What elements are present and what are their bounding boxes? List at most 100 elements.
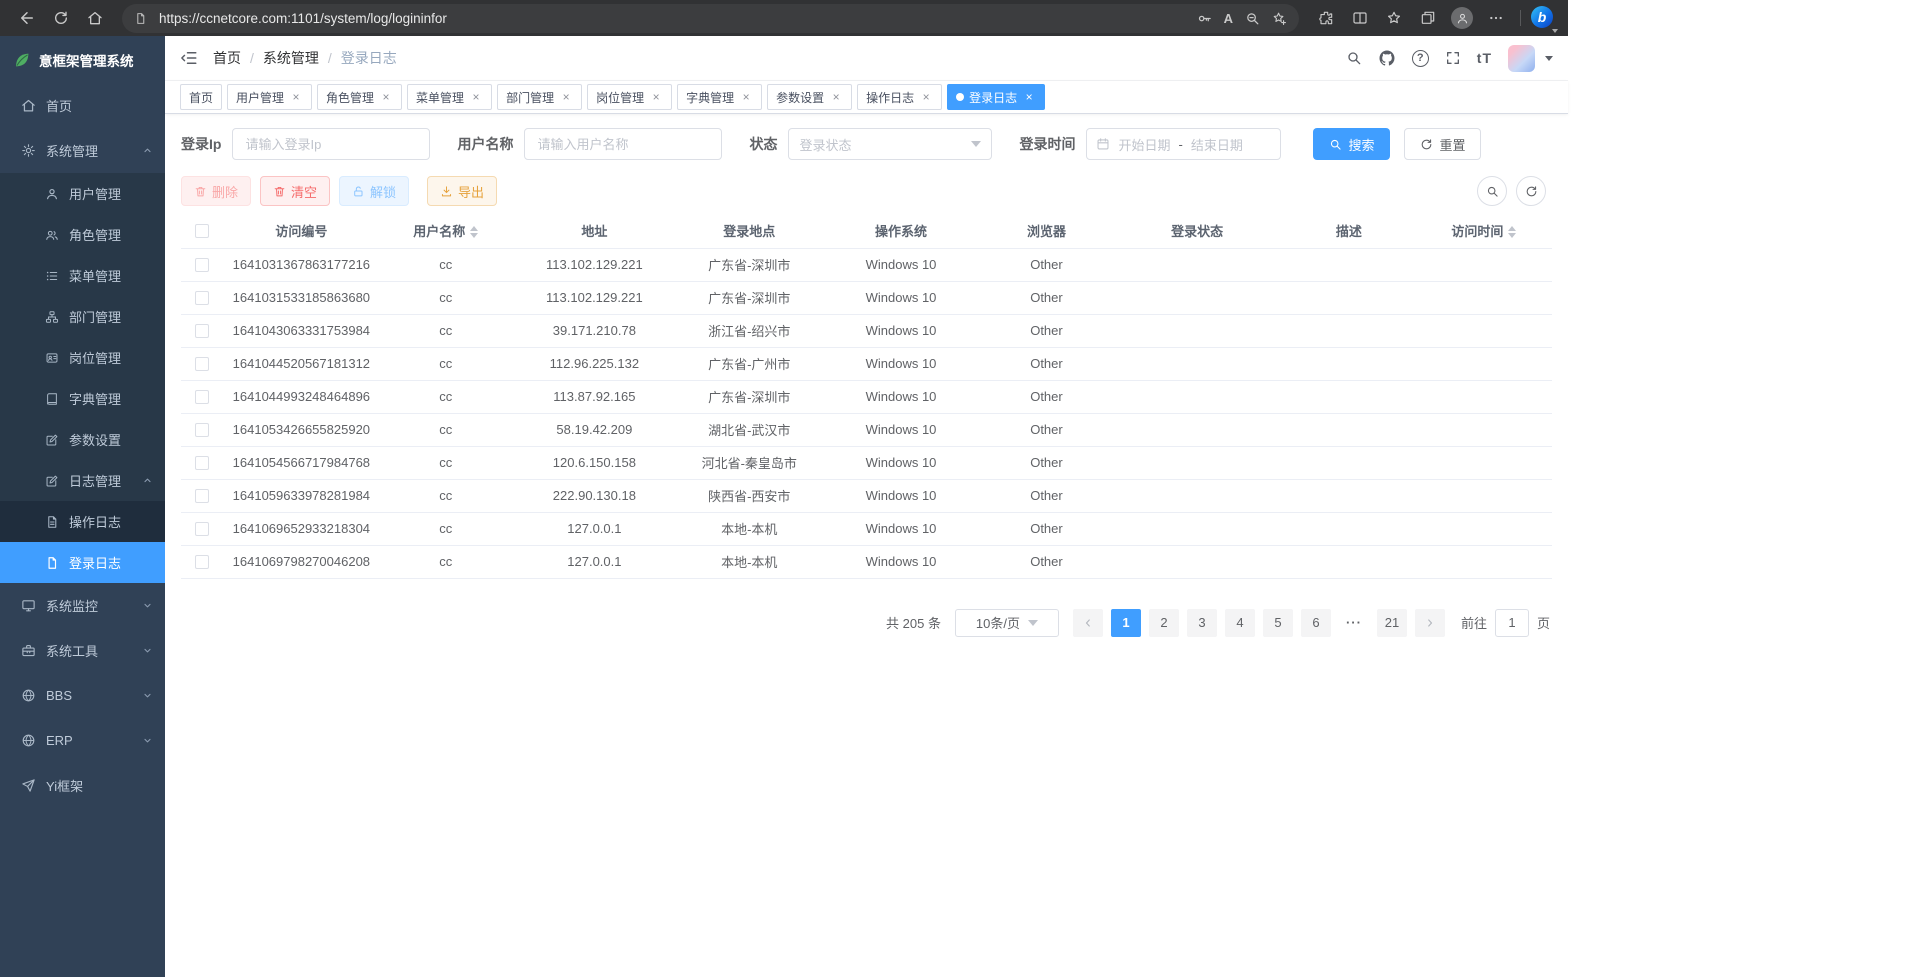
date-range-picker[interactable]: 开始日期 - 结束日期 (1086, 128, 1281, 160)
refresh-table-button[interactable] (1516, 176, 1546, 206)
sidebar-item-role-mgmt[interactable]: 角色管理 (0, 214, 165, 255)
tab-dept-mgmt[interactable]: 部门管理× (497, 84, 582, 110)
page-button[interactable]: 1 (1111, 609, 1141, 637)
browser-refresh-button[interactable] (44, 3, 78, 33)
row-checkbox[interactable] (195, 258, 209, 272)
more-pages-button[interactable]: ··· (1339, 615, 1369, 630)
table-row[interactable]: 1641054566717984768 cc 120.6.150.158 河北省… (181, 446, 1552, 479)
sidebar-item-sys-tools[interactable]: 系统工具 (0, 628, 165, 673)
collections-icon[interactable] (1411, 3, 1445, 33)
start-date-placeholder[interactable]: 开始日期 (1118, 135, 1170, 154)
search-button[interactable]: 搜索 (1313, 128, 1390, 160)
page-button[interactable]: 2 (1149, 609, 1179, 637)
favorites-icon[interactable] (1377, 3, 1411, 33)
page-size-select[interactable]: 10条/页 (955, 609, 1059, 637)
close-icon[interactable]: × (289, 90, 303, 104)
chevron-down-icon[interactable] (1545, 56, 1553, 61)
table-row[interactable]: 1641053426655825920 cc 58.19.42.209 湖北省-… (181, 413, 1552, 446)
sidebar-item-op-log[interactable]: 操作日志 (0, 501, 165, 542)
close-icon[interactable]: × (379, 90, 393, 104)
sidebar-item-log-mgmt[interactable]: 日志管理 (0, 460, 165, 501)
row-checkbox[interactable] (195, 324, 209, 338)
fullscreen-icon[interactable] (1445, 50, 1461, 66)
table-row[interactable]: 1641031533185863680 cc 113.102.129.221 广… (181, 281, 1552, 314)
unlock-button[interactable]: 解锁 (339, 176, 409, 206)
browser-menu-icon[interactable] (1479, 3, 1513, 33)
goto-page-input[interactable] (1495, 609, 1529, 637)
row-checkbox[interactable] (195, 390, 209, 404)
tab-login-log[interactable]: 登录日志× (947, 84, 1045, 110)
clear-button[interactable]: 清空 (260, 176, 330, 206)
tab-user-mgmt[interactable]: 用户管理× (227, 84, 312, 110)
page-button[interactable]: 4 (1225, 609, 1255, 637)
url-text[interactable]: https://ccnetcore.com:1101/system/log/lo… (159, 11, 1185, 26)
site-info-icon[interactable] (134, 12, 147, 25)
end-date-placeholder[interactable]: 结束日期 (1191, 135, 1243, 154)
table-row[interactable]: 1641044993248464896 cc 113.87.92.165 广东省… (181, 380, 1552, 413)
tab-post-mgmt[interactable]: 岗位管理× (587, 84, 672, 110)
close-icon[interactable]: × (829, 90, 843, 104)
page-button[interactable]: 6 (1301, 609, 1331, 637)
table-row[interactable]: 1641069652933218304 cc 127.0.0.1 本地-本机 W… (181, 512, 1552, 545)
address-bar[interactable]: https://ccnetcore.com:1101/system/log/lo… (122, 4, 1299, 33)
sidebar-item-erp[interactable]: ERP (0, 718, 165, 763)
tab-op-log[interactable]: 操作日志× (857, 84, 942, 110)
close-icon[interactable]: × (1022, 90, 1036, 104)
row-checkbox[interactable] (195, 456, 209, 470)
sidebar-item-bbs[interactable]: BBS (0, 673, 165, 718)
export-button[interactable]: 导出 (427, 176, 497, 206)
prev-page-button[interactable] (1073, 609, 1103, 637)
font-size-icon[interactable]: tT (1477, 50, 1492, 66)
split-screen-icon[interactable] (1343, 3, 1377, 33)
page-button[interactable]: 3 (1187, 609, 1217, 637)
sidebar-item-home[interactable]: 首页 (0, 83, 165, 128)
toggle-search-button[interactable] (1477, 176, 1507, 206)
delete-button[interactable]: 删除 (181, 176, 251, 206)
sidebar-collapse-icon[interactable] (180, 49, 198, 67)
github-icon[interactable] (1378, 49, 1396, 67)
row-checkbox[interactable] (195, 489, 209, 503)
read-aloud-icon[interactable]: A (1224, 11, 1233, 26)
browser-back-button[interactable] (10, 3, 44, 33)
breadcrumb-item[interactable]: 首页 (213, 48, 241, 68)
sidebar-item-sys-monitor[interactable]: 系统监控 (0, 583, 165, 628)
sort-icon[interactable] (1508, 226, 1516, 238)
row-checkbox[interactable] (195, 291, 209, 305)
tab-role-mgmt[interactable]: 角色管理× (317, 84, 402, 110)
tab-dict-mgmt[interactable]: 字典管理× (677, 84, 762, 110)
copilot-icon[interactable]: b (1528, 3, 1558, 33)
table-row[interactable]: 1641044520567181312 cc 112.96.225.132 广东… (181, 347, 1552, 380)
sidebar-item-login-log[interactable]: 登录日志 (0, 542, 165, 583)
sidebar-item-dict-mgmt[interactable]: 字典管理 (0, 378, 165, 419)
close-icon[interactable]: × (739, 90, 753, 104)
sidebar-item-dept-mgmt[interactable]: 部门管理 (0, 296, 165, 337)
sidebar-item-system-mgmt[interactable]: 系统管理 (0, 128, 165, 173)
table-row[interactable]: 1641069798270046208 cc 127.0.0.1 本地-本机 W… (181, 545, 1552, 578)
row-checkbox[interactable] (195, 423, 209, 437)
tab-param-setting[interactable]: 参数设置× (767, 84, 852, 110)
zoom-icon[interactable] (1245, 11, 1260, 26)
select-all-checkbox[interactable] (195, 224, 209, 238)
user-avatar[interactable] (1508, 45, 1535, 72)
table-row[interactable]: 1641043063331753984 cc 39.171.210.78 浙江省… (181, 314, 1552, 347)
sidebar-item-param-setting[interactable]: 参数设置 (0, 419, 165, 460)
tab-home[interactable]: 首页 (180, 84, 222, 110)
row-checkbox[interactable] (195, 357, 209, 371)
breadcrumb-item[interactable]: 系统管理 (263, 48, 319, 68)
close-icon[interactable]: × (649, 90, 663, 104)
tab-menu-mgmt[interactable]: 菜单管理× (407, 84, 492, 110)
next-page-button[interactable] (1415, 609, 1445, 637)
status-filter-select[interactable]: 登录状态 (788, 128, 992, 160)
sidebar-item-post-mgmt[interactable]: 岗位管理 (0, 337, 165, 378)
browser-profile-avatar[interactable] (1445, 3, 1479, 33)
extensions-icon[interactable] (1309, 3, 1343, 33)
reset-button[interactable]: 重置 (1404, 128, 1481, 160)
help-icon[interactable]: ? (1412, 50, 1429, 67)
close-icon[interactable]: × (559, 90, 573, 104)
sidebar-item-yi-frame[interactable]: Yi框架 (0, 763, 165, 808)
search-icon[interactable] (1346, 50, 1362, 66)
sidebar-item-menu-mgmt[interactable]: 菜单管理 (0, 255, 165, 296)
page-button[interactable]: 21 (1377, 609, 1407, 637)
sort-icon[interactable] (470, 226, 478, 238)
password-manager-icon[interactable] (1197, 11, 1212, 26)
